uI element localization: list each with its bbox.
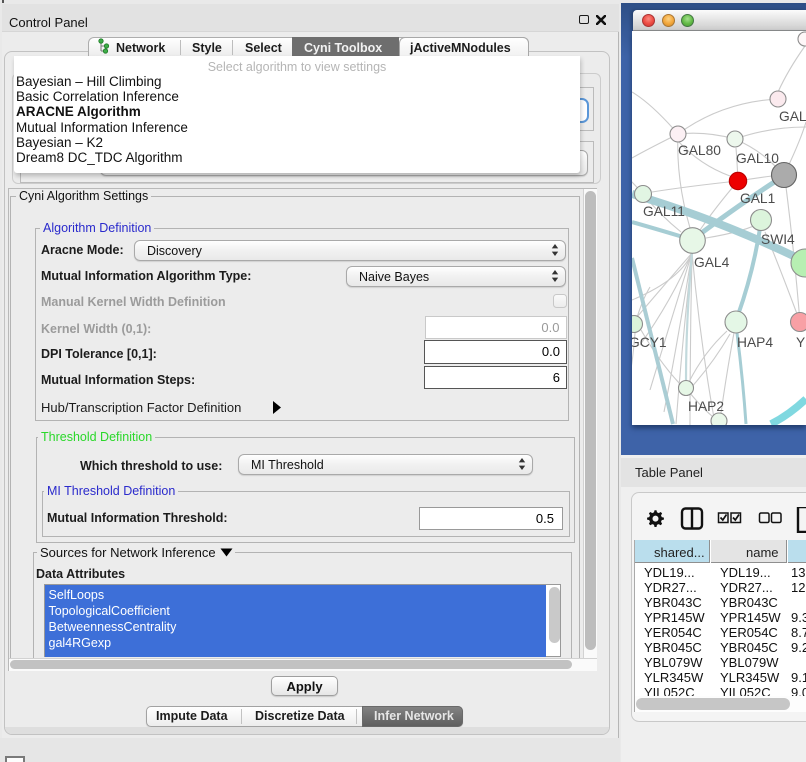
svg-text:GAL4: GAL4 (694, 255, 730, 270)
svg-text:SWI4: SWI4 (761, 232, 795, 247)
svg-text:HAP2: HAP2 (688, 399, 724, 414)
svg-text:HAP4: HAP4 (737, 335, 773, 350)
svg-text:GCY1: GCY1 (632, 335, 667, 350)
svg-text:GAL1: GAL1 (740, 191, 775, 206)
svg-text:GAL10: GAL10 (736, 151, 779, 166)
svg-text:YM: YM (796, 335, 806, 350)
svg-text:GAL7: GAL7 (779, 109, 806, 124)
svg-text:GAL80: GAL80 (678, 143, 721, 158)
svg-text:GAL11: GAL11 (643, 204, 685, 219)
